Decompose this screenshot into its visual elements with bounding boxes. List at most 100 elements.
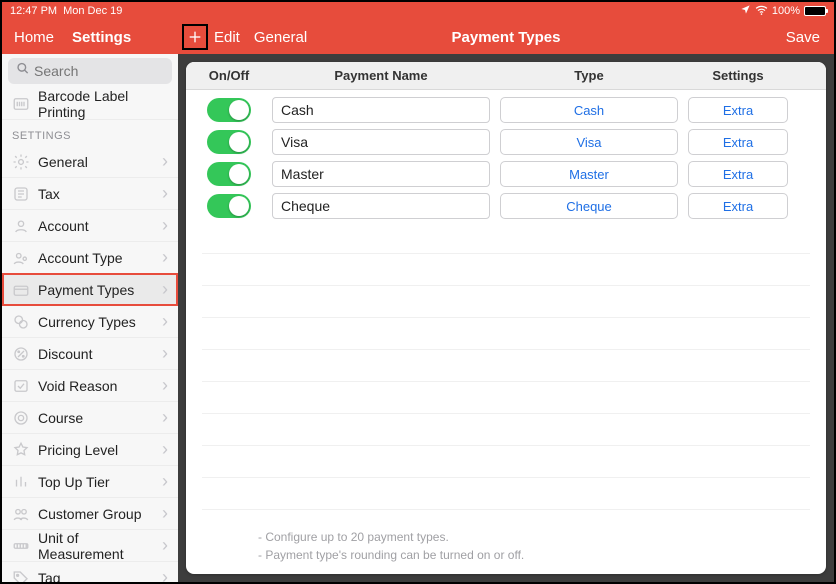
nav-bar: Home Settings Edit General Payment Types… <box>2 20 834 54</box>
sidebar-item-label: Tag <box>38 570 61 583</box>
toggle-onoff[interactable] <box>207 162 251 186</box>
account-icon <box>12 217 30 235</box>
nav-settings[interactable]: Settings <box>72 29 131 46</box>
chevron-right-icon: › <box>162 279 168 300</box>
unit-of-measurement-icon <box>12 537 30 555</box>
sidebar-item-unit-of-measurement[interactable]: Unit of Measurement › <box>2 530 178 562</box>
sidebar-item-label: General <box>38 154 88 170</box>
sidebar-item-account-type[interactable]: Account Type › <box>2 242 178 274</box>
sidebar-item-top-up-tier[interactable]: Top Up Tier › <box>2 466 178 498</box>
payment-settings-button[interactable]: Extra <box>688 161 788 187</box>
empty-row <box>202 382 810 414</box>
battery-icon <box>804 6 826 16</box>
empty-row <box>202 350 810 382</box>
sidebar-item-tax[interactable]: Tax› <box>2 178 178 210</box>
add-button[interactable] <box>182 24 208 50</box>
tax-icon <box>12 185 30 203</box>
payment-type-button[interactable]: Visa <box>500 129 678 155</box>
table-row: Visa Extra <box>186 126 826 158</box>
nav-edit[interactable]: Edit <box>214 29 240 46</box>
sidebar-item-customer-group[interactable]: Customer Group› <box>2 498 178 530</box>
nav-general[interactable]: General <box>254 29 307 46</box>
battery-text: 100% <box>772 5 800 17</box>
chevron-right-icon: › <box>162 215 168 236</box>
sidebar-item-general[interactable]: General › <box>2 146 178 178</box>
payment-name-input[interactable] <box>272 193 490 219</box>
empty-row <box>202 318 810 350</box>
account-type-icon <box>12 249 30 267</box>
empty-row <box>202 446 810 478</box>
payment-settings-button[interactable]: Extra <box>688 97 788 123</box>
payment-settings-button[interactable]: Extra <box>688 129 788 155</box>
payment-name-input[interactable] <box>272 129 490 155</box>
save-button[interactable]: Save <box>786 29 820 46</box>
sidebar-item-label: Tax <box>38 186 60 202</box>
payment-settings-button[interactable]: Extra <box>688 193 788 219</box>
chevron-right-icon: › <box>162 343 168 364</box>
empty-row <box>202 478 810 510</box>
col-header-type: Type <box>500 68 678 83</box>
barcode-icon <box>12 95 30 113</box>
sidebar-item-payment-types[interactable]: Payment Types › <box>2 274 178 306</box>
payment-type-button[interactable]: Master <box>500 161 678 187</box>
discount-icon <box>12 345 30 363</box>
toggle-onoff[interactable] <box>207 98 251 122</box>
payment-types-icon <box>12 281 30 299</box>
customer-group-icon <box>12 505 30 523</box>
chevron-right-icon: › <box>162 471 168 492</box>
chevron-right-icon: › <box>162 247 168 268</box>
empty-row <box>202 254 810 286</box>
sidebar-section-header: SETTINGS <box>2 120 178 146</box>
table-header: On/Off Payment Name Type Settings <box>186 62 826 90</box>
plus-icon <box>187 29 203 45</box>
empty-row <box>202 222 810 254</box>
tag-icon <box>12 569 30 583</box>
sidebar-item-void-reason[interactable]: Void Reason › <box>2 370 178 402</box>
pricing-level-icon <box>12 441 30 459</box>
col-header-settings: Settings <box>688 68 788 83</box>
sidebar-item-pricing-level[interactable]: Pricing Level› <box>2 434 178 466</box>
sidebar-item-account[interactable]: Account › <box>2 210 178 242</box>
payment-type-button[interactable]: Cash <box>500 97 678 123</box>
table-row: Cheque Extra <box>186 190 826 222</box>
sidebar-item-barcode-label-printing[interactable]: Barcode Label Printing <box>2 88 178 120</box>
sidebar: Barcode Label Printing SETTINGS General ›… <box>2 54 178 582</box>
toggle-onoff[interactable] <box>207 130 251 154</box>
sidebar-item-label: Account <box>38 218 89 234</box>
sidebar-item-label: Unit of Measurement <box>38 530 154 562</box>
chevron-right-icon: › <box>162 311 168 332</box>
footer-hints: - Configure up to 20 payment types. - Pa… <box>186 522 826 574</box>
chevron-right-icon: › <box>162 375 168 396</box>
course-icon <box>12 409 30 427</box>
footer-line-2: - Payment type's rounding can be turned … <box>258 546 826 564</box>
chevron-right-icon: › <box>162 535 168 556</box>
sidebar-item-label: Pricing Level <box>38 442 118 458</box>
empty-row <box>202 414 810 446</box>
payment-name-input[interactable] <box>272 161 490 187</box>
sidebar-item-label: Discount <box>38 346 92 362</box>
top-up-tier-icon <box>12 473 30 491</box>
search-icon <box>16 62 30 81</box>
sidebar-item-label: Course <box>38 410 83 426</box>
chevron-right-icon: › <box>162 151 168 172</box>
sidebar-item-tag[interactable]: Tag› <box>2 562 178 582</box>
toggle-onoff[interactable] <box>207 194 251 218</box>
nav-home[interactable]: Home <box>14 29 54 46</box>
payment-name-input[interactable] <box>272 97 490 123</box>
sidebar-item-course[interactable]: Course› <box>2 402 178 434</box>
col-header-onoff: On/Off <box>186 68 272 83</box>
sidebar-item-label: Account Type <box>38 250 123 266</box>
void-reason-icon <box>12 377 30 395</box>
payment-type-button[interactable]: Cheque <box>500 193 678 219</box>
search-input[interactable] <box>8 58 172 84</box>
sidebar-item-label: Top Up Tier <box>38 474 110 490</box>
sidebar-item-label: Payment Types <box>38 282 134 298</box>
sidebar-item-discount[interactable]: Discount › <box>2 338 178 370</box>
chevron-right-icon: › <box>162 503 168 524</box>
status-bar: 12:47 PM Mon Dec 19 100% <box>2 2 834 20</box>
sidebar-item-currency-types[interactable]: Currency Types› <box>2 306 178 338</box>
sidebar-item-label: Void Reason <box>38 378 117 394</box>
main-panel: On/Off Payment Name Type Settings Cash Ex… <box>186 62 826 574</box>
table-row: Master Extra <box>186 158 826 190</box>
general-icon <box>12 153 30 171</box>
